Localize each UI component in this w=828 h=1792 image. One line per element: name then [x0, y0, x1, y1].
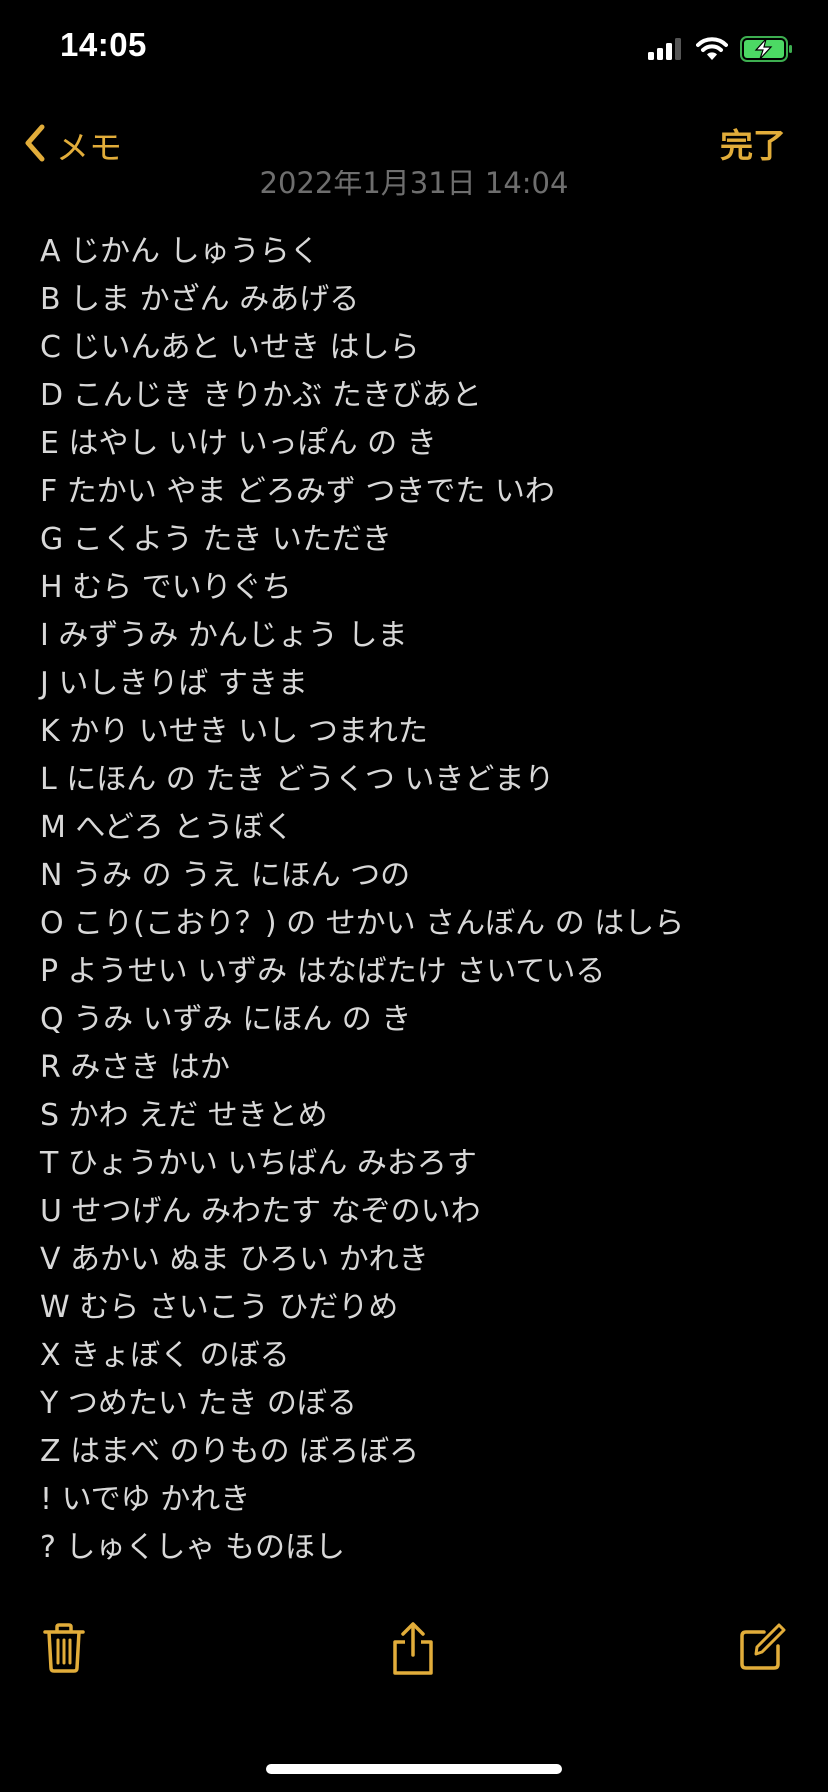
note-line: A じかん しゅうらく — [40, 234, 320, 269]
note-line: M へどろ とうぼく — [40, 810, 294, 845]
note-line: S かわ えだ せきとめ — [40, 1098, 328, 1133]
note-line: G こくよう たき いただき — [40, 522, 392, 557]
done-button[interactable]: 完了 — [720, 119, 786, 167]
cellular-signal-icon — [648, 38, 684, 64]
note-line: Z はまべ のりもの ぼろぼろ — [40, 1434, 420, 1469]
note-line: L にほん の たき どうくつ いきどまり — [40, 762, 555, 797]
note-line: Y つめたい たき のぼる — [40, 1386, 357, 1421]
note-body[interactable]: A じかん しゅうらく B しま かざん みあげる C じいんあと いせき はしら D… — [40, 228, 808, 1572]
note-line: K かり いせき いし つまれた — [40, 714, 428, 749]
note-line: P ようせい いずみ はなばたけ さいている — [40, 954, 606, 989]
note-line: D こんじき きりかぶ たきびあと — [40, 378, 482, 413]
wifi-icon — [696, 37, 728, 65]
note-date-clip: 2022年1月31日 14:04 — [0, 170, 828, 197]
note-line: ! いでゆ かれき — [40, 1482, 251, 1517]
note-line: O こり(こおり？) の せかい さんぼん の はしら — [40, 906, 685, 941]
status-time: 14:05 — [60, 26, 147, 63]
battery-charging-icon — [740, 36, 794, 66]
back-label: メモ — [56, 128, 122, 167]
note-line: J いしきりば すきま — [40, 666, 308, 701]
note-line: X きょぼく のぼる — [40, 1338, 290, 1373]
note-line: I みずうみ かんじょう しま — [40, 618, 408, 653]
note-line: C じいんあと いせき はしら — [40, 330, 420, 365]
navigation-bar: メモ 完了 — [0, 105, 828, 175]
note-line: N うみ の うえ にほん つの — [40, 858, 411, 893]
compose-icon[interactable] — [738, 1622, 786, 1676]
bottom-toolbar — [0, 1622, 828, 1682]
chevron-left-icon — [24, 124, 46, 166]
note-line: Q うみ いずみ にほん の き — [40, 1002, 412, 1037]
note-line: F たかい やま どろみず つきでた いわ — [40, 474, 555, 509]
note-line: R みさき はか — [40, 1050, 230, 1085]
note-line: E はやし いけ いっぽん の き — [40, 426, 437, 461]
status-bar: 14:05 — [0, 0, 828, 100]
share-icon[interactable] — [390, 1622, 436, 1680]
home-indicator — [266, 1764, 562, 1774]
note-line: V あかい ぬま ひろい かれき — [40, 1242, 429, 1277]
note-line: W むら さいこう ひだりめ — [40, 1290, 399, 1325]
status-icons — [648, 36, 794, 66]
note-line: H むら でいりぐち — [40, 570, 292, 605]
back-button[interactable]: メモ — [24, 121, 122, 169]
note-line: ? しゅくしゃ ものほし — [40, 1530, 345, 1565]
note-line: U せつげん みわたす なぞのいわ — [40, 1194, 481, 1229]
trash-icon[interactable] — [42, 1622, 86, 1678]
note-line: T ひょうかい いちばん みおろす — [40, 1146, 477, 1181]
note-line: B しま かざん みあげる — [40, 282, 360, 317]
note-date: 2022年1月31日 14:04 — [259, 170, 569, 197]
